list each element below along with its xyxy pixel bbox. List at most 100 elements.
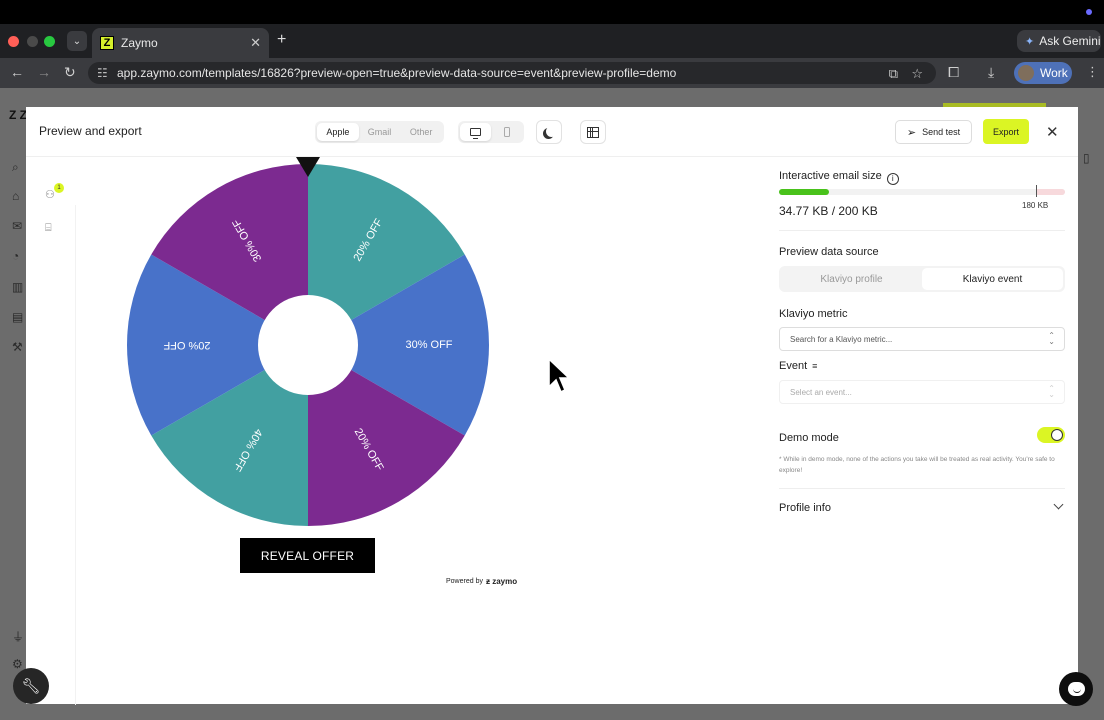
klaviyo-metric-label: Klaviyo metric: [779, 308, 848, 320]
tab-search-button[interactable]: ⌄: [67, 31, 87, 51]
client-tab-apple[interactable]: Apple: [317, 123, 359, 141]
wheel-pointer-icon: [296, 157, 320, 177]
menu-dots-icon[interactable]: ⋮: [1086, 64, 1099, 80]
profile-label: Work: [1040, 66, 1068, 80]
system-bar: [0, 0, 1104, 24]
send-test-label: Send test: [922, 127, 961, 137]
email-size-bar: [779, 185, 1065, 197]
ask-gemini-button[interactable]: ✦ Ask Gemini: [1017, 30, 1101, 52]
home-icon[interactable]: ⌂: [12, 189, 19, 203]
status-dot-icon: [1086, 9, 1092, 15]
reload-icon[interactable]: ↻: [64, 64, 76, 81]
demo-mode-note: * While in demo mode, none of the action…: [779, 456, 1055, 474]
chevron-down-icon: ⌄: [72, 35, 82, 47]
send-test-button[interactable]: ➢ Send test: [895, 120, 972, 144]
cast-icon[interactable]: ⧉: [889, 66, 898, 82]
zaymo-wordmark: ᵶ zaymo: [485, 577, 518, 586]
site-settings-icon[interactable]: ☷: [97, 66, 108, 80]
dark-mode-button[interactable]: [536, 120, 562, 144]
notification-badge: 1: [54, 183, 64, 193]
wheel-segment-label: 20% OFF: [163, 339, 210, 351]
select-arrows-icon: ⌃ ⌄: [1048, 384, 1055, 399]
chat-bubble-icon: [1067, 682, 1085, 696]
screen: ⌄ Z Zaymo ✕ + ✦ Ask Gemini ← → ↻ ☷ app.za…: [0, 0, 1104, 720]
email-size-title: Interactive email size i: [779, 170, 899, 185]
mail-icon[interactable]: ✉: [12, 219, 22, 233]
minimize-window-icon[interactable]: [27, 36, 38, 47]
profile-button[interactable]: Work: [1014, 62, 1072, 84]
panel-toggle-icon[interactable]: ▯: [1083, 151, 1090, 165]
rail-divider: [75, 205, 76, 705]
event-select[interactable]: Select an event... ⌃ ⌄: [779, 380, 1065, 404]
email-size-value: 34.77 KB / 200 KB: [779, 204, 878, 218]
data-source-profile-tab[interactable]: Klaviyo profile: [781, 268, 922, 290]
analytics-icon[interactable]: ▥: [12, 280, 23, 294]
data-source-switch: Klaviyo profile Klaviyo event: [779, 266, 1065, 292]
desktop-view-button[interactable]: [460, 123, 491, 141]
profile-info-label[interactable]: Profile info: [779, 502, 831, 514]
email-size-limit-marker: [1036, 185, 1037, 197]
select-arrows-icon: ⌃ ⌄: [1048, 331, 1055, 346]
event-title: Event ≡: [779, 360, 817, 372]
interactive-blocks-icon[interactable]: ⚇: [45, 188, 55, 201]
close-window-icon[interactable]: [8, 36, 19, 47]
wheel-segment-label: 30% OFF: [405, 339, 452, 351]
grid-icon: [587, 126, 599, 138]
preview-export-modal: Preview and export Apple Gmail Other ➢ Se…: [26, 107, 1078, 705]
chat-support-button[interactable]: [1059, 672, 1093, 706]
powered-by[interactable]: Powered by ᵶ zaymo: [446, 577, 517, 586]
powered-brand: zaymo: [492, 577, 518, 586]
klaviyo-metric-select[interactable]: Search for a Klaviyo metric... ⌃ ⌄: [779, 327, 1065, 351]
maximize-window-icon[interactable]: [44, 36, 55, 47]
panel-divider: [779, 230, 1065, 231]
data-source-event-tab[interactable]: Klaviyo event: [922, 268, 1063, 290]
export-button[interactable]: Export: [983, 119, 1029, 144]
send-plane-icon: ➢: [906, 126, 917, 139]
info-icon[interactable]: i: [886, 172, 899, 185]
monitor-icon: [470, 128, 481, 139]
wheel-center: [258, 295, 358, 395]
email-size-label: Interactive email size: [779, 170, 882, 182]
grid-view-button[interactable]: [580, 120, 606, 144]
ask-gemini-label: Ask Gemini: [1039, 34, 1101, 48]
phone-icon: [503, 127, 510, 137]
tools-icon[interactable]: ⚒: [12, 340, 23, 354]
gemini-star-icon: ✦: [1025, 35, 1035, 48]
mouse-cursor-icon: [548, 357, 571, 394]
tab-title: Zaymo: [121, 36, 158, 50]
email-client-switch: Apple Gmail Other: [315, 121, 444, 143]
chevron-down-icon[interactable]: [1053, 499, 1064, 510]
filter-icon[interactable]: ≡: [812, 361, 817, 371]
data-source-title: Preview data source: [779, 246, 879, 258]
settings-gear-icon[interactable]: ⚙: [12, 657, 23, 671]
modal-title: Preview and export: [39, 124, 142, 138]
bookmark-star-icon[interactable]: ☆: [911, 66, 923, 82]
forward-icon[interactable]: →: [37, 64, 51, 80]
client-tab-other[interactable]: Other: [400, 123, 442, 141]
address-bar[interactable]: ☷ app.zaymo.com/templates/16826?preview-…: [88, 62, 936, 84]
browser-tab[interactable]: Z Zaymo ✕: [92, 28, 269, 58]
reveal-offer-button[interactable]: REVEAL OFFER: [240, 538, 375, 573]
client-tab-gmail[interactable]: Gmail: [359, 123, 401, 141]
back-icon[interactable]: ←: [10, 64, 24, 80]
gauge-icon[interactable]: ◔: [12, 249, 19, 263]
toggle-knob: [1051, 429, 1063, 441]
demo-mode-toggle[interactable]: [1037, 427, 1065, 443]
library-icon[interactable]: ▤: [12, 310, 23, 324]
new-tab-icon[interactable]: +: [277, 31, 286, 49]
email-size-limit: 180 KB: [1022, 201, 1049, 210]
wrench-tools-button[interactable]: 🔧︎: [13, 668, 49, 704]
download-icon[interactable]: ⤓: [988, 64, 994, 81]
search-icon[interactable]: ⌕: [12, 160, 19, 175]
tab-close-icon[interactable]: ✕: [250, 35, 261, 51]
close-modal-icon[interactable]: ✕: [1046, 123, 1059, 141]
plug-icon[interactable]: ⏚: [12, 628, 24, 645]
event-label: Event: [779, 360, 808, 372]
spin-wheel[interactable]: 20% OFF30% OFF20% OFF40% OFF20% OFF30% O…: [127, 164, 489, 526]
powered-by-label: Powered by: [446, 578, 483, 585]
mobile-view-button[interactable]: [491, 123, 522, 141]
url-text: app.zaymo.com/templates/16826?preview-op…: [117, 66, 677, 80]
inbox-icon[interactable]: ⌸: [45, 222, 52, 235]
extensions-icon[interactable]: ⧠: [948, 64, 959, 81]
event-placeholder: Select an event...: [790, 387, 852, 397]
